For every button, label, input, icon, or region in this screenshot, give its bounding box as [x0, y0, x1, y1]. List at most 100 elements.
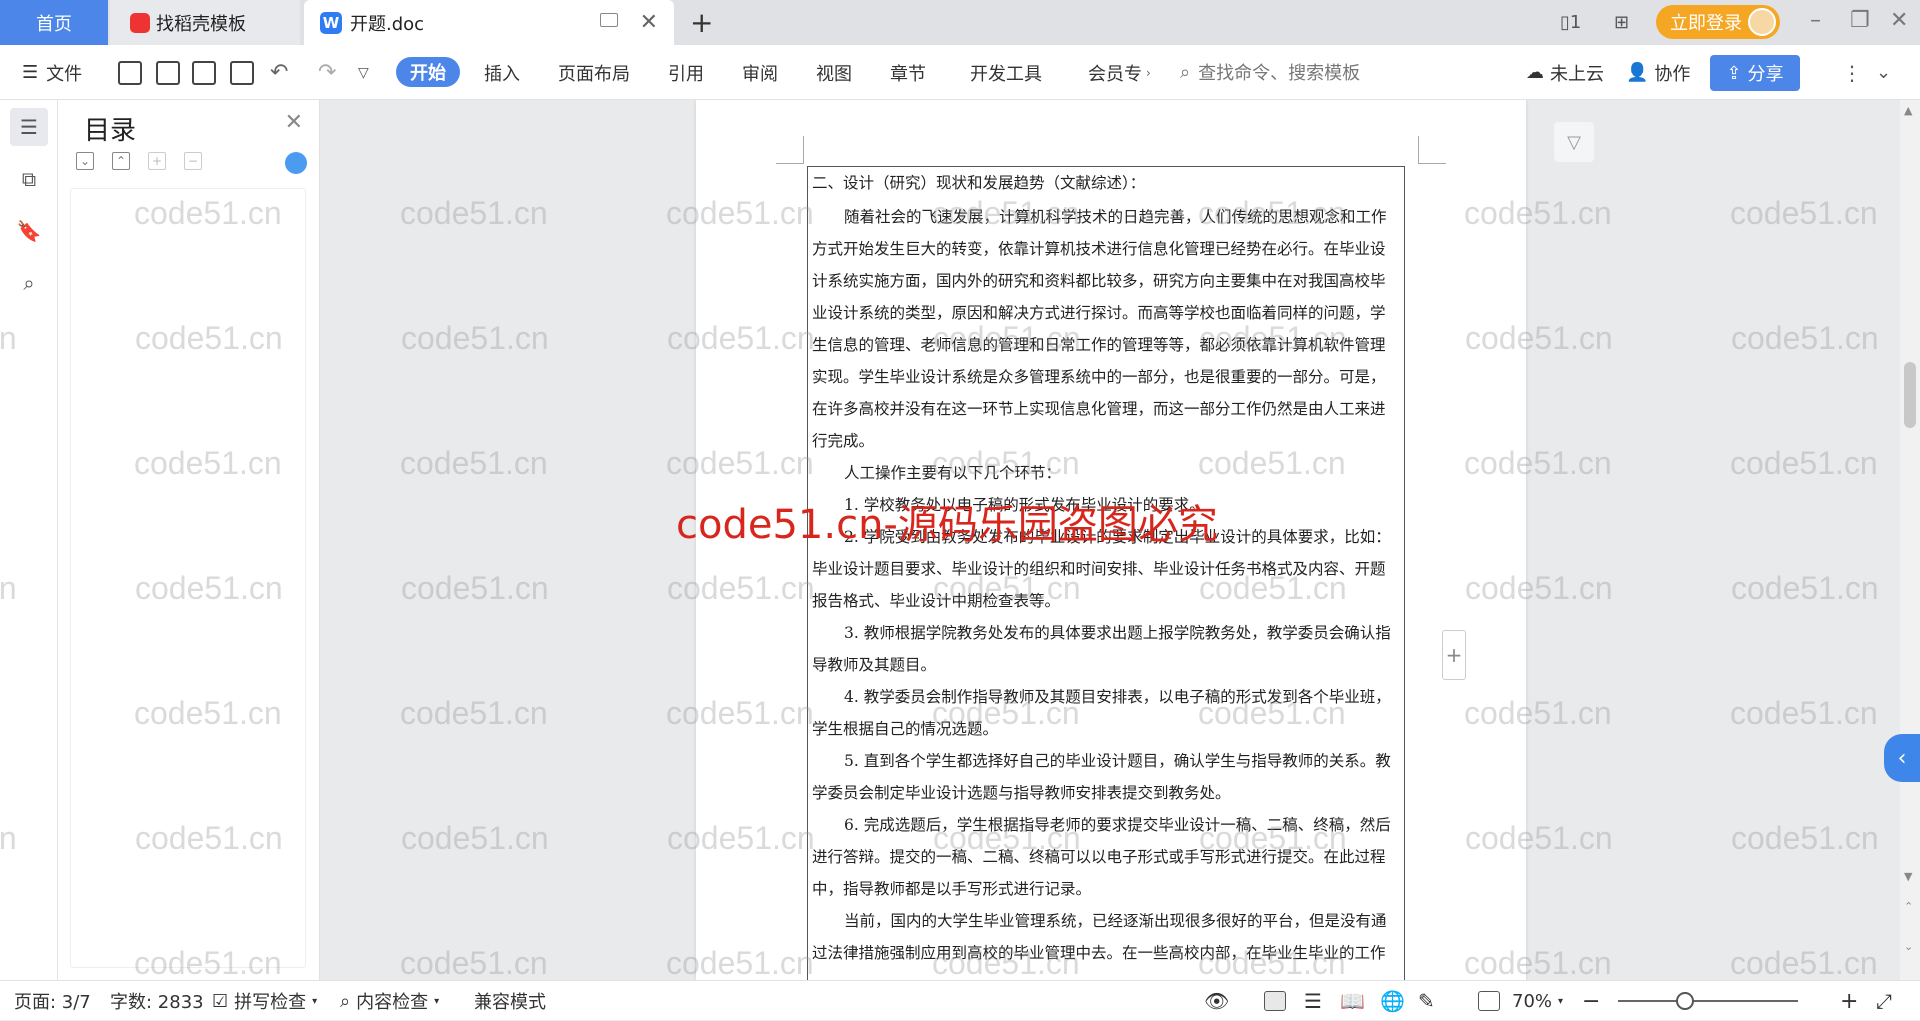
paragraph: 1. 学校教务处以电子稿的形式发布毕业设计的要求。	[844, 496, 1205, 514]
more-menus-chevron-icon: ›	[1146, 65, 1151, 80]
collab-button[interactable]: 👤 协作	[1626, 45, 1690, 100]
prev-page-icon[interactable]: ⌃	[1904, 900, 1913, 913]
remove-heading-icon[interactable]: −	[184, 152, 202, 170]
export-icon[interactable]	[156, 61, 180, 85]
menu-references-label: 引用	[668, 63, 704, 85]
zoom-slider-handle[interactable]	[1676, 992, 1694, 1010]
outline-view-icon[interactable]: ☰	[1304, 981, 1322, 1021]
share-button[interactable]: ⇪ 分享	[1710, 55, 1800, 91]
side-panel-toggle-icon[interactable]: ‹	[1884, 734, 1920, 782]
word-count[interactable]: 字数: 2833	[110, 981, 204, 1021]
word-count-label: 字数: 2833	[110, 992, 204, 1013]
expand-all-icon[interactable]: ⌄	[76, 152, 94, 170]
toc-panel-icon[interactable]: ☰	[10, 108, 48, 146]
print-icon[interactable]	[192, 61, 216, 85]
scrollbar-thumb[interactable]	[1904, 362, 1916, 428]
scroll-down-icon[interactable]: ▼	[1904, 870, 1912, 883]
content-check-label: 内容检查	[356, 992, 429, 1013]
minimize-icon[interactable]: –	[1810, 8, 1821, 33]
paragraph: 随着社会的飞速发展，计算机科学技术的日趋完善，人们传统的思想观念和工作方式开始发…	[812, 208, 1387, 450]
zoom-out-icon[interactable]: −	[1582, 981, 1600, 1021]
web-view-icon[interactable]: 🌐	[1380, 981, 1405, 1021]
close-tab-icon[interactable]: ✕	[640, 10, 658, 35]
scroll-up-icon[interactable]: ▲	[1904, 104, 1912, 117]
login-button[interactable]: 立即登录	[1656, 5, 1780, 39]
write-mode-icon[interactable]: ✎	[1418, 981, 1435, 1021]
print-preview-icon[interactable]	[230, 61, 254, 85]
layout-switch-icon[interactable]: ▯1	[1560, 12, 1581, 33]
menu-start[interactable]: 开始	[396, 57, 460, 87]
left-icon-rail: ☰ ⧉ 🔖 ⌕	[0, 100, 58, 980]
smart-toc-icon[interactable]	[285, 152, 307, 174]
document-page[interactable]: 二、设计（研究）现状和发展趋势（文献综述）： 随着社会的飞速发展，计算机科学技术…	[696, 100, 1526, 980]
collab-user-icon: 👤	[1626, 62, 1649, 83]
eye-protection-icon[interactable]: 👁	[1204, 981, 1229, 1021]
navigation-pane-icon[interactable]: ⧉	[10, 160, 48, 198]
new-tab-button[interactable]: +	[690, 6, 713, 39]
share-label: 分享	[1747, 64, 1784, 85]
zoom-level[interactable]: 70% ▾	[1512, 981, 1563, 1021]
menu-start-label: 开始	[410, 63, 446, 84]
paragraph: 6. 完成选题后，学生根据指导老师的要求提交毕业设计一稿、二稿、终稿，然后进行答…	[812, 816, 1391, 898]
vertical-scrollbar[interactable]: ▲ ▼ ⌃ ⌄	[1900, 100, 1920, 980]
page-view-icon[interactable]	[1264, 991, 1286, 1011]
add-heading-icon[interactable]: +	[148, 152, 166, 170]
zoom-slider[interactable]	[1618, 1000, 1798, 1002]
apps-grid-icon[interactable]: ⊞	[1614, 12, 1629, 33]
section-heading: 二、设计（研究）现状和发展趋势（文献综述）：	[812, 174, 1146, 192]
collapse-all-icon[interactable]: ⌃	[112, 152, 130, 170]
file-menu[interactable]: ☰ 文件	[22, 45, 82, 100]
page-indicator[interactable]: 页面: 3/7	[14, 981, 91, 1021]
menu-member-label: 会员专	[1088, 63, 1142, 85]
tab-home[interactable]: 首页	[0, 0, 108, 45]
next-page-icon[interactable]: ⌄	[1904, 940, 1913, 953]
reading-view-icon[interactable]: 📖	[1340, 981, 1365, 1021]
menu-chapter[interactable]: 章节	[890, 45, 926, 100]
save-icon[interactable]	[118, 61, 142, 85]
tab-template[interactable]: 找稻壳模板	[110, 0, 300, 45]
spell-check-icon: ☑	[212, 990, 229, 1012]
menu-developer[interactable]: 开发工具	[970, 45, 1042, 100]
toc-title: 目录	[84, 116, 137, 146]
menu-view-label: 视图	[816, 63, 852, 85]
redo-icon[interactable]: ↷	[318, 45, 336, 100]
tab-document[interactable]: W 开题.doc ✕	[304, 0, 674, 45]
quick-access-dropdown-icon[interactable]: ▽	[358, 45, 369, 100]
toc-list	[70, 188, 306, 968]
close-window-icon[interactable]: ✕	[1890, 8, 1908, 33]
menu-page-layout[interactable]: 页面布局	[558, 45, 630, 100]
find-icon[interactable]: ⌕	[10, 264, 48, 302]
document-canvas: 二、设计（研究）现状和发展趋势（文献综述）： 随着社会的飞速发展，计算机科学技术…	[320, 100, 1900, 980]
window-mode-icon[interactable]	[600, 13, 618, 27]
more-options-icon[interactable]: ⋮	[1842, 45, 1862, 100]
document-text[interactable]: 二、设计（研究）现状和发展趋势（文献综述）： 随着社会的飞速发展，计算机科学技术…	[807, 166, 1405, 980]
zoom-in-icon[interactable]: +	[1840, 981, 1858, 1021]
command-search[interactable]: ⌕ 查找命令、搜索模板	[1180, 57, 1360, 87]
menu-view[interactable]: 视图	[816, 45, 852, 100]
collapse-ribbon-icon[interactable]: ⌄	[1876, 45, 1891, 100]
spell-check[interactable]: ☑ 拼写检查 ▾	[212, 981, 317, 1021]
page-note-icon[interactable]: ▽	[1554, 122, 1594, 162]
bookmark-icon[interactable]: 🔖	[10, 212, 48, 250]
menu-review[interactable]: 审阅	[742, 45, 778, 100]
docer-logo-icon	[130, 12, 150, 33]
menu-insert[interactable]: 插入	[484, 45, 520, 100]
fit-page-icon[interactable]	[1478, 991, 1500, 1011]
menu-references[interactable]: 引用	[668, 45, 704, 100]
close-toc-icon[interactable]: ✕	[285, 110, 303, 135]
hamburger-icon: ☰	[22, 62, 39, 83]
collab-label: 协作	[1654, 63, 1691, 85]
paragraph: 3. 教师根据学院教务处发布的具体要求出题上报学院教务处，教学委员会确认指导教师…	[812, 624, 1391, 674]
spell-check-label: 拼写检查	[234, 992, 307, 1013]
avatar	[1748, 8, 1776, 36]
restore-icon[interactable]: ❐	[1850, 8, 1870, 33]
undo-icon[interactable]: ↶	[270, 45, 288, 100]
toc-panel: 目录 ✕ ⌄ ⌃ + −	[58, 100, 320, 980]
tab-bar: 首页 找稻壳模板 W 开题.doc ✕ + ▯1 ⊞ 立即登录 – ❐ ✕	[0, 0, 1920, 45]
content-check[interactable]: ⌕ 内容检查 ▾	[340, 981, 439, 1021]
fullscreen-icon[interactable]: ⤢	[1876, 981, 1892, 1021]
search-icon: ⌕	[1180, 61, 1191, 83]
cloud-status[interactable]: ☁ 未上云	[1526, 45, 1604, 100]
menu-member[interactable]: 会员专 ›	[1088, 45, 1151, 100]
insert-content-button[interactable]: +	[1442, 630, 1466, 680]
